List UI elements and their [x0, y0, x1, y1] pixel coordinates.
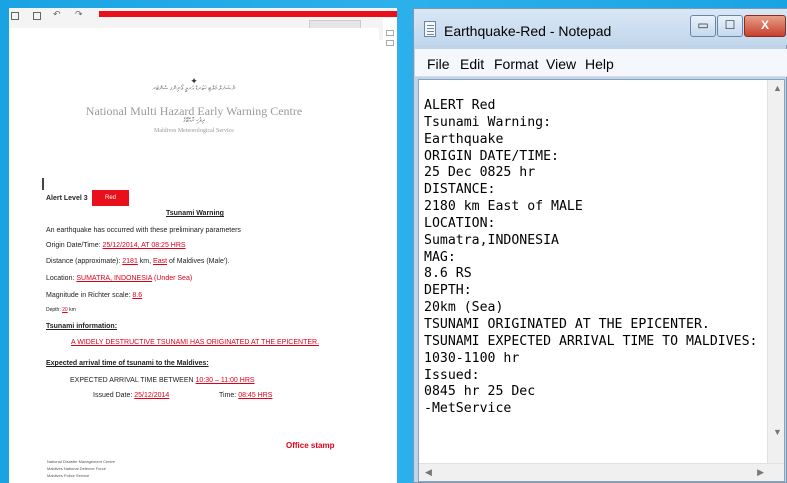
menu-file[interactable]: File — [427, 56, 450, 72]
editor-line: Issued: — [424, 367, 480, 383]
editor-line: LOCATION: — [424, 215, 496, 231]
notepad-title-bar[interactable]: Earthquake-Red - Notepad ▭ ☐ X — [414, 9, 787, 45]
editor-line: MAG: — [424, 249, 456, 265]
menu-view[interactable]: View — [546, 56, 576, 72]
distance-row: Distance (approximate): 2181 km, East of… — [46, 258, 229, 265]
editor-line: 8.6 RS — [424, 266, 472, 282]
scroll-down-icon[interactable]: ▼ — [773, 427, 782, 437]
menu-format[interactable]: Format — [494, 56, 538, 72]
editor-line: Sumatra,INDONESIA — [424, 232, 559, 248]
depth-label: Depth: — [46, 307, 61, 313]
editor-line: Tsunami Warning: — [424, 114, 552, 130]
origin-row: Origin Date/Time: 25/12/2014, AT 08:25 H… — [46, 242, 186, 249]
distance-km: km, — [139, 258, 152, 265]
depth-row: Depth: 20 km — [46, 307, 76, 313]
editor-line: 25 Dec 0825 hr — [424, 165, 536, 181]
footer-line: Maldives Police Service — [47, 473, 90, 478]
issued-time-row: Time: 08:45 HRS — [219, 392, 272, 399]
scroll-up-icon[interactable]: ▲ — [773, 83, 782, 93]
location-row: Location: SUMATRA, INDONESIA (Under Sea) — [46, 275, 192, 282]
distance-label: Distance (approximate): — [46, 258, 121, 265]
close-button[interactable]: X — [744, 15, 786, 37]
service-name: Maldives Meteorological Service — [154, 128, 234, 134]
scroll-tick — [386, 30, 394, 36]
issued-date: 25/12/2014 — [134, 392, 170, 399]
office-stamp: Office stamp — [286, 441, 335, 450]
document-title-bar — [99, 11, 397, 17]
menu-bar: File Edit Format View Help — [415, 49, 787, 77]
alert-level-badge: Red — [92, 190, 129, 206]
warning-document-window: ↶ ↷ ✦ ނެޝަނަލް މަލްޓި ހަޒަރޑް އަރލީ ވޯނި… — [9, 8, 397, 483]
redo-icon[interactable]: ↷ — [75, 9, 83, 19]
horizontal-scrollbar[interactable]: ◀ ▶ — [419, 463, 784, 481]
alert-level-label: Alert Level 3 — [46, 195, 88, 202]
magnitude-row: Magnitude in Richter scale: 8.6 — [46, 292, 142, 299]
document-scrollbar[interactable] — [383, 18, 397, 483]
minimize-button[interactable]: ▭ — [690, 15, 716, 37]
origin-label: Origin Date/Time: — [46, 242, 101, 249]
distance-direction: East — [153, 258, 168, 265]
editor-line: DEPTH: — [424, 283, 472, 299]
footer-line: Maldives National Defence Force — [47, 466, 106, 471]
issued-time: 08:45 HRS — [238, 392, 273, 399]
origin-value: 25/12/2014, AT 08:25 HRS — [102, 242, 186, 249]
menu-help[interactable]: Help — [585, 56, 614, 72]
editor-line: TSUNAMI ORIGINATED AT THE EPICENTER. — [424, 316, 710, 332]
editor-line: 2180 km East of MALE — [424, 199, 583, 215]
notepad-icon — [424, 21, 436, 37]
location-label: Location: — [46, 275, 75, 282]
window-title: Earthquake-Red - Notepad — [444, 23, 612, 39]
editor-line: 1030-1100 hr — [424, 350, 520, 366]
editor-line: 20km (Sea) — [424, 300, 504, 316]
location-value: SUMATRA, INDONESIA — [76, 275, 153, 282]
scroll-left-icon[interactable]: ◀ — [425, 467, 432, 478]
arrival-label: EXPECTED ARRIVAL TIME BETWEEN — [70, 377, 194, 384]
editor-line: -MetService — [424, 401, 512, 417]
time-label: Time: — [219, 392, 237, 399]
print-icon[interactable] — [33, 12, 41, 20]
header-script-line1: ނެޝަނަލް މަލްޓި ހަޒަރޑް އަރލީ ވޯނިންގ ސެ… — [152, 86, 236, 92]
text-cursor — [42, 178, 44, 190]
editor-line: Earthquake — [424, 131, 504, 147]
header-script-line2: ދިވެހި ރާއްޖޭގެ — [183, 118, 205, 124]
scroll-tick — [386, 40, 394, 46]
magnitude-value: 8.6 — [132, 292, 143, 299]
arrival-row: EXPECTED ARRIVAL TIME BETWEEN 10:30 – 11… — [70, 377, 255, 384]
distance-suffix: of Maldives (Male'). — [169, 258, 230, 265]
issued-row: Issued Date: 25/12/2014 — [93, 392, 169, 399]
arrival-value: 10:30 – 11:00 HRS — [195, 377, 255, 384]
editor-line: ALERT Red — [424, 98, 496, 113]
editor-text[interactable]: ALERT Red Tsunami Warning: Earthquake ORIGI… — [424, 98, 757, 418]
editor-line: 0845 hr 25 Dec — [424, 384, 536, 400]
issued-label: Issued Date: — [93, 392, 133, 399]
depth-unit: km — [69, 307, 76, 313]
tsunami-warning-heading: Tsunami Warning — [166, 210, 224, 217]
arrival-heading: Expected arrival time of tsunami to the … — [46, 360, 209, 367]
footer-line: National Disaster Management Centre — [47, 459, 116, 464]
tsunami-info-heading: Tsunami information: — [46, 323, 118, 330]
scroll-right-icon[interactable]: ▶ — [757, 467, 764, 478]
location-suffix: (Under Sea) — [154, 275, 193, 282]
menu-edit[interactable]: Edit — [460, 56, 484, 72]
notepad-window: Earthquake-Red - Notepad ▭ ☐ X File Edit… — [413, 8, 787, 483]
editor-line: ORIGIN DATE/TIME: — [424, 148, 559, 164]
tsunami-info-text: A WIDELY DESTRUCTIVE TSUNAMI HAS ORIGINA… — [71, 339, 320, 346]
distance-value: 2181 — [122, 258, 138, 265]
maximize-button[interactable]: ☐ — [717, 15, 743, 37]
undo-icon[interactable]: ↶ — [53, 9, 61, 19]
centre-name: National Multi Hazard Early Warning Cent… — [85, 104, 303, 118]
magnitude-label: Magnitude in Richter scale: — [46, 292, 131, 299]
document-page: ✦ ނެޝަނަލް މަލްޓި ހަޒަރޑް އަރލީ ވޯނިންގ … — [9, 28, 379, 483]
depth-value: 20 — [62, 307, 68, 313]
intro-text: An earthquake has occurred with these pr… — [46, 227, 241, 234]
editor-line: DISTANCE: — [424, 182, 496, 198]
editor-line: TSUNAMI EXPECTED ARRIVAL TIME TO MALDIVE… — [424, 333, 758, 349]
vertical-scrollbar[interactable]: ▲ ▼ — [767, 80, 784, 465]
save-icon[interactable] — [11, 12, 19, 20]
text-editor[interactable]: ALERT Red Tsunami Warning: Earthquake ORIGI… — [418, 79, 785, 482]
